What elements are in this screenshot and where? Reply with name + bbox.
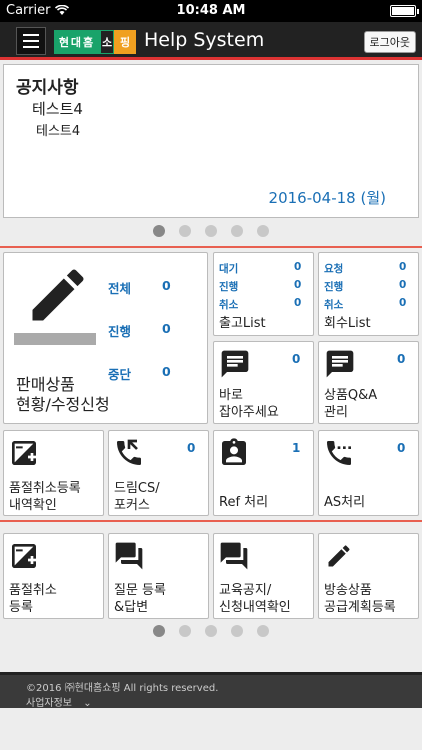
section-divider — [0, 520, 422, 522]
notice-card[interactable]: 공지사항 테스트4 테스트4 2016-04-18 (월) — [3, 64, 419, 218]
brand-logo[interactable]: 현대홈 소 핑 — [54, 30, 136, 54]
message-icon — [326, 350, 354, 378]
pager-dot[interactable] — [179, 225, 191, 237]
sales-status-tile[interactable]: 전체 0 진행 0 중단 0 판매상품 현황/수정신청 — [3, 252, 208, 424]
notice-title: 테스트4 — [32, 100, 83, 118]
sold-out-icon — [12, 544, 36, 568]
as-process-tile[interactable]: 0 AS처리 — [318, 430, 419, 516]
sold-out-icon — [12, 441, 36, 465]
app-title: Help System — [144, 29, 265, 51]
pager-dot[interactable] — [231, 225, 243, 237]
pencil-icon — [32, 269, 84, 321]
pager-dot[interactable] — [179, 625, 191, 637]
shipping-list-tile[interactable]: 대기 0 진행 0 취소 0 출고List — [213, 252, 314, 336]
catch-now-tile[interactable]: 0 바로 잡아주세요 — [213, 341, 314, 424]
pager-dot[interactable] — [231, 625, 243, 637]
pager-dot[interactable] — [257, 225, 269, 237]
menu-button[interactable] — [16, 27, 46, 55]
clock: 10:48 AM — [176, 3, 246, 18]
notice-date: 2016-04-18 (월) — [268, 189, 386, 207]
stat-total-value: 0 — [162, 278, 171, 293]
notice-pager — [0, 225, 422, 237]
stat-stopped-label: 중단 — [108, 367, 132, 382]
soldout-register-tile[interactable]: 품절취소등록 내역확인 — [3, 430, 104, 516]
phone-forward-icon — [117, 439, 141, 465]
pager-dot[interactable] — [153, 625, 165, 637]
chevron-down-icon: ⌄ — [83, 698, 92, 709]
pager-dot[interactable] — [257, 625, 269, 637]
pager-dot[interactable] — [153, 225, 165, 237]
pager-dot[interactable] — [205, 225, 217, 237]
stat-stopped-value: 0 — [162, 364, 171, 379]
hamburger-icon — [23, 34, 39, 36]
sales-tile-title: 판매상품 현황/수정신청 — [16, 375, 110, 414]
stat-progress-value: 0 — [162, 321, 171, 336]
clipboard-user-icon — [222, 438, 246, 465]
ref-process-tile[interactable]: 1 Ref 처리 — [213, 430, 314, 516]
education-notice-tile[interactable]: 교육공지/ 신청내역확인 — [213, 533, 314, 619]
forum-icon — [220, 542, 248, 570]
battery-icon — [390, 5, 419, 17]
logout-button[interactable]: 로그아웃 — [363, 31, 416, 53]
phone-dial-icon — [327, 441, 351, 465]
dream-cs-tile[interactable]: 0 드림CS/ 포커스 — [108, 430, 209, 516]
recall-list-tile[interactable]: 요청 0 진행 0 취소 0 회수List — [318, 252, 419, 336]
question-answer-tile[interactable]: 질문 등록 &답변 — [108, 533, 209, 619]
app-header: 현대홈 소 핑 Help System 로그아웃 — [0, 22, 422, 60]
stat-total-label: 전체 — [108, 281, 132, 296]
forum-icon — [115, 542, 143, 570]
footer: ©2016 ㈜현대홈쇼핑 All rights reserved. 사업자정보 … — [0, 672, 422, 709]
product-qa-tile[interactable]: 0 상품Q&A 관리 — [318, 341, 419, 424]
edit-icon — [328, 545, 350, 567]
pager-dot[interactable] — [205, 625, 217, 637]
menu-pager — [0, 625, 422, 637]
shipping-list-title: 출고List — [219, 316, 266, 331]
recall-list-title: 회수List — [324, 316, 371, 331]
copyright: ©2016 ㈜현대홈쇼핑 All rights reserved. — [26, 683, 219, 694]
status-bar: Carrier 10:48 AM — [0, 0, 422, 22]
message-icon — [221, 350, 249, 378]
business-info-toggle[interactable]: 사업자정보 ⌄ — [26, 694, 92, 709]
notice-heading: 공지사항 — [16, 78, 79, 98]
notice-body: 테스트4 — [36, 124, 81, 139]
broadcast-supply-plan-tile[interactable]: 방송상품 공급계획등록 — [318, 533, 419, 619]
pencil-underline — [14, 333, 96, 345]
soldout-cancel-register-tile[interactable]: 품절취소 등록 — [3, 533, 104, 619]
stat-progress-label: 진행 — [108, 324, 132, 339]
section-divider — [0, 246, 422, 248]
